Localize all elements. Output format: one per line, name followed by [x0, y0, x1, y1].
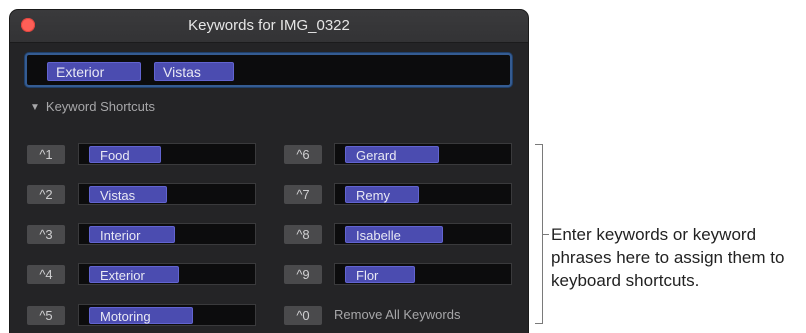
shortcut-keyword-chip[interactable]: Remy: [345, 186, 419, 203]
keyword-token[interactable]: Exterior: [47, 62, 141, 81]
shortcut-keyword-chip[interactable]: Isabelle: [345, 226, 443, 243]
shortcut-keyword-chip[interactable]: Flor: [345, 266, 415, 283]
keywords-window: Keywords for IMG_0322 Exterior Vistas ▼ K…: [10, 10, 528, 333]
callout-text: Enter keywords or keyword phrases here t…: [551, 225, 785, 290]
remove-all-keywords-label: Remove All Keywords: [334, 307, 461, 322]
callout-leader-line: [543, 234, 549, 235]
shortcut-key-label: ^1: [27, 145, 65, 164]
shortcut-keyword-chip[interactable]: Motoring: [89, 307, 193, 324]
shortcut-key-label: ^7: [284, 185, 322, 204]
shortcut-key-label: ^9: [284, 265, 322, 284]
shortcut-keyword-chip[interactable]: Food: [89, 146, 161, 163]
shortcut-key-label: ^4: [27, 265, 65, 284]
shortcut-key-label: ^0: [284, 306, 322, 325]
shortcut-field-3[interactable]: Interior: [78, 223, 256, 245]
shortcut-key-label: ^5: [27, 306, 65, 325]
shortcut-field-5[interactable]: Motoring: [78, 304, 256, 326]
keyword-token[interactable]: Vistas: [154, 62, 234, 81]
shortcut-key-label: ^8: [284, 225, 322, 244]
window-title: Keywords for IMG_0322: [188, 17, 350, 34]
shortcut-field-8[interactable]: Isabelle: [334, 223, 512, 245]
shortcut-keyword-chip[interactable]: Interior: [89, 226, 175, 243]
keyword-shortcuts-label: Keyword Shortcuts: [45, 99, 156, 114]
callout-bracket: [535, 144, 543, 324]
keywords-input[interactable]: Exterior Vistas: [25, 53, 512, 87]
shortcut-field-6[interactable]: Gerard: [334, 143, 512, 165]
shortcut-field-7[interactable]: Remy: [334, 183, 512, 205]
stage: Keywords for IMG_0322 Exterior Vistas ▼ K…: [0, 0, 806, 333]
shortcut-keyword-chip[interactable]: Vistas: [89, 186, 167, 203]
shortcut-field-4[interactable]: Exterior: [78, 263, 256, 285]
shortcut-keyword-chip[interactable]: Exterior: [89, 266, 179, 283]
shortcut-field-1[interactable]: Food: [78, 143, 256, 165]
disclosure-triangle-icon[interactable]: ▼: [30, 102, 40, 113]
shortcut-keyword-chip[interactable]: Gerard: [345, 146, 439, 163]
keyword-shortcuts-disclosure[interactable]: ▼ Keyword Shortcuts: [30, 99, 155, 114]
shortcut-key-label: ^2: [27, 185, 65, 204]
shortcut-field-2[interactable]: Vistas: [78, 183, 256, 205]
shortcut-field-9[interactable]: Flor: [334, 263, 512, 285]
titlebar[interactable]: Keywords for IMG_0322: [10, 10, 528, 43]
shortcut-key-label: ^3: [27, 225, 65, 244]
shortcut-key-label: ^6: [284, 145, 322, 164]
